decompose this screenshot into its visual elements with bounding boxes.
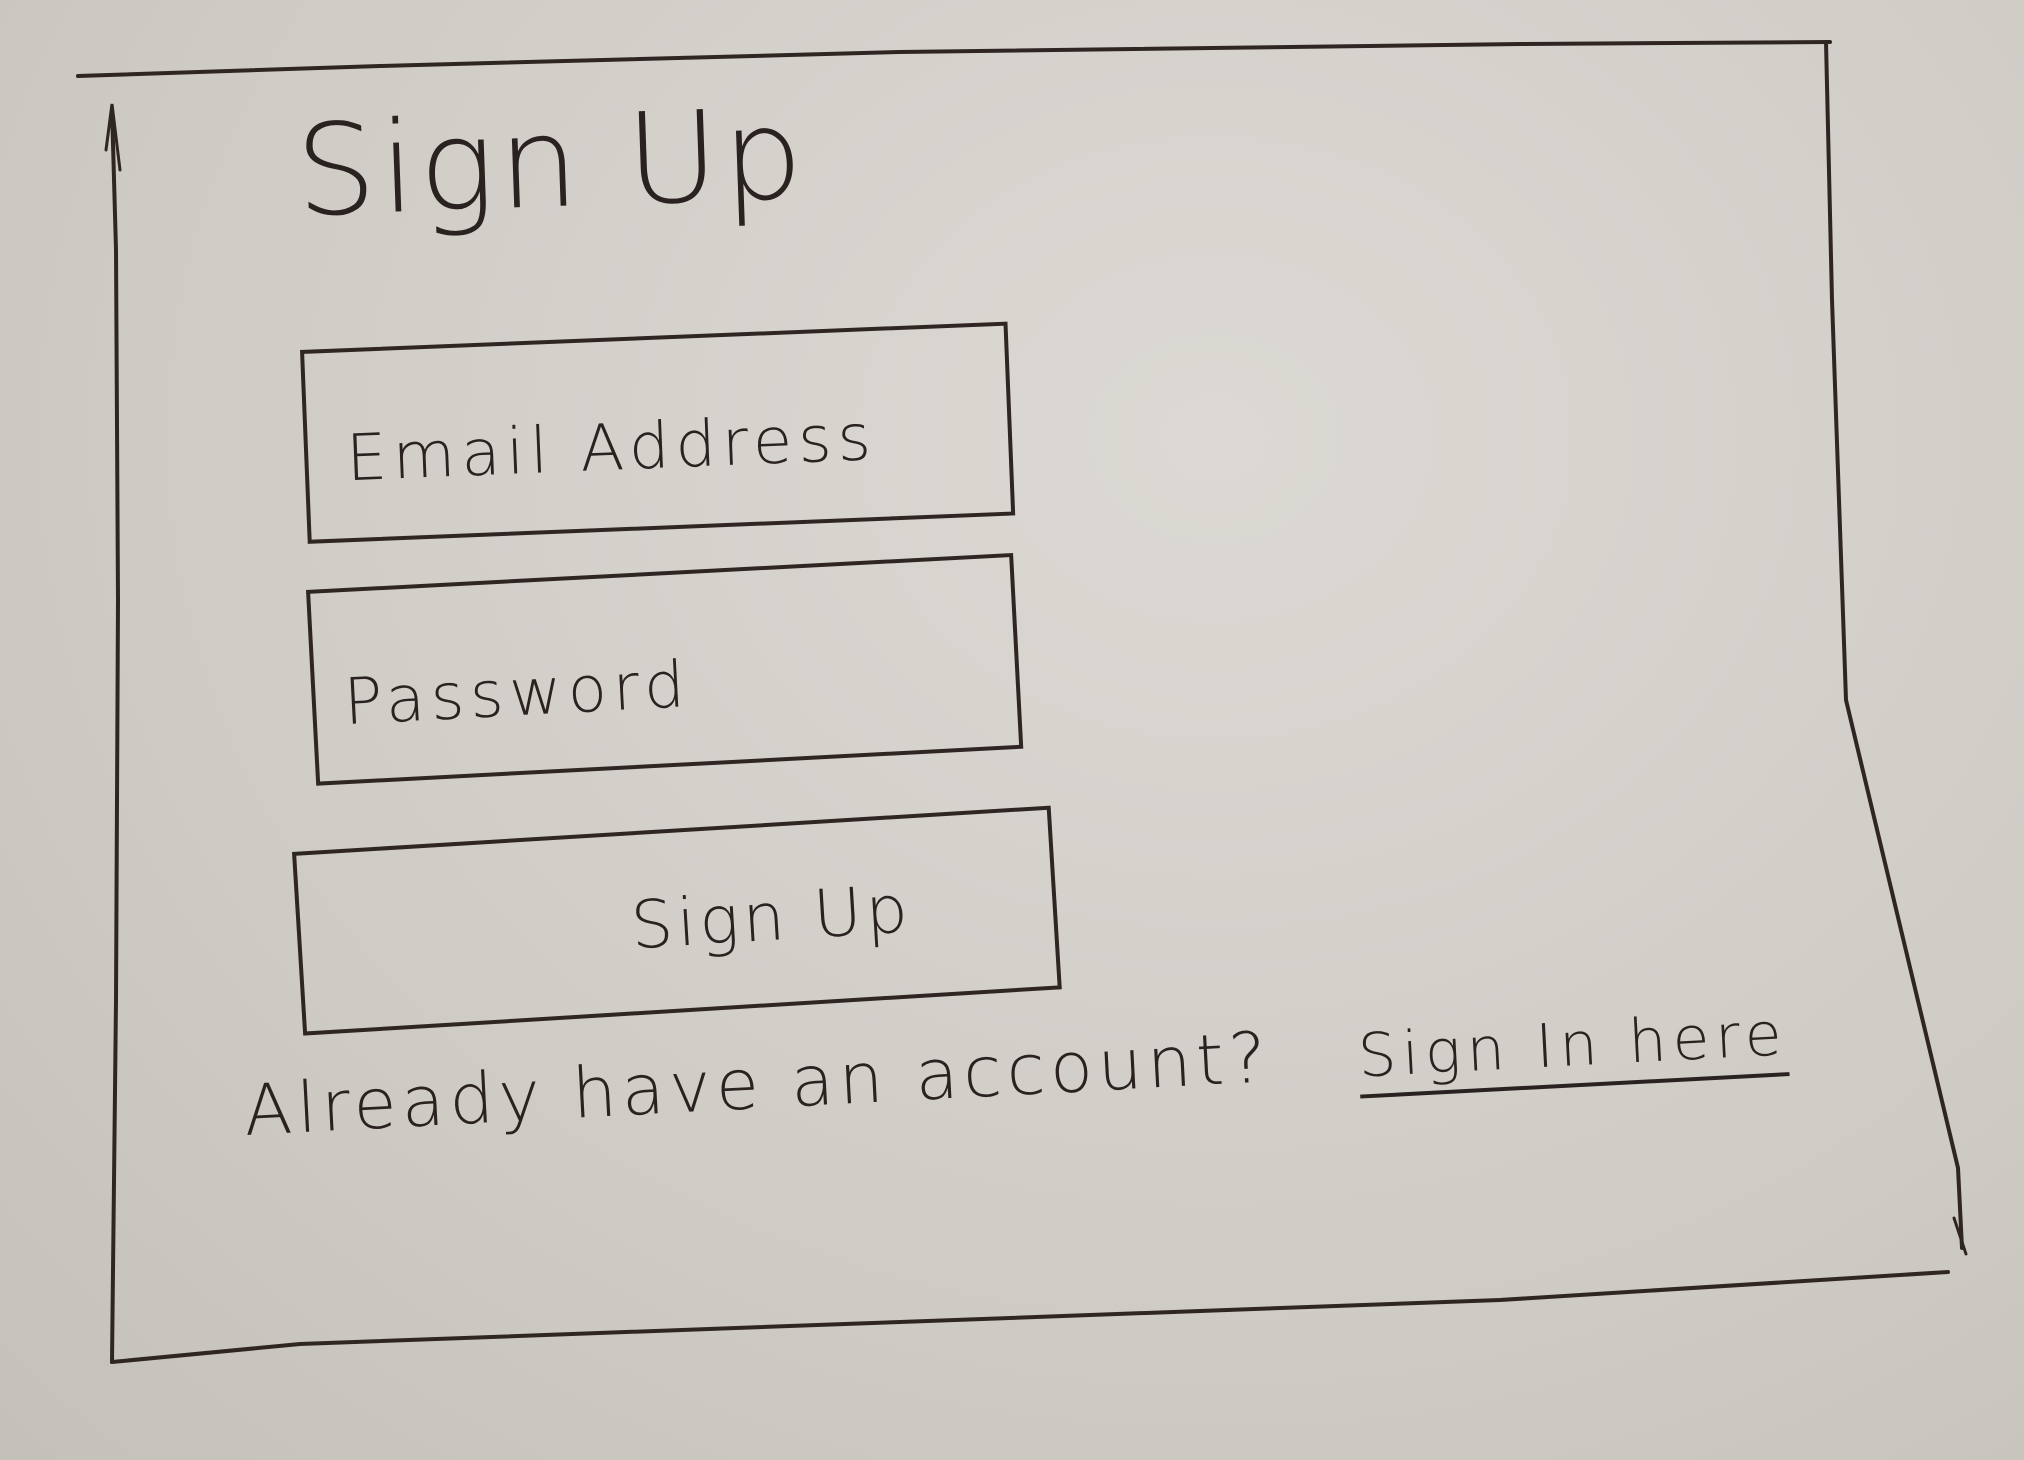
- sign-up-button-label: Sign Up: [628, 870, 914, 965]
- sign-in-link[interactable]: Sign In here: [1356, 999, 1789, 1091]
- footer-prompt-text: Already have an account?: [241, 1016, 1273, 1152]
- password-placeholder: Password: [342, 648, 693, 741]
- email-placeholder: Email Address: [344, 400, 879, 497]
- page-title: Sign Up: [293, 80, 809, 245]
- email-field[interactable]: Email Address: [300, 321, 1016, 544]
- password-field[interactable]: Password: [306, 552, 1024, 786]
- sign-up-button[interactable]: Sign Up: [292, 805, 1062, 1036]
